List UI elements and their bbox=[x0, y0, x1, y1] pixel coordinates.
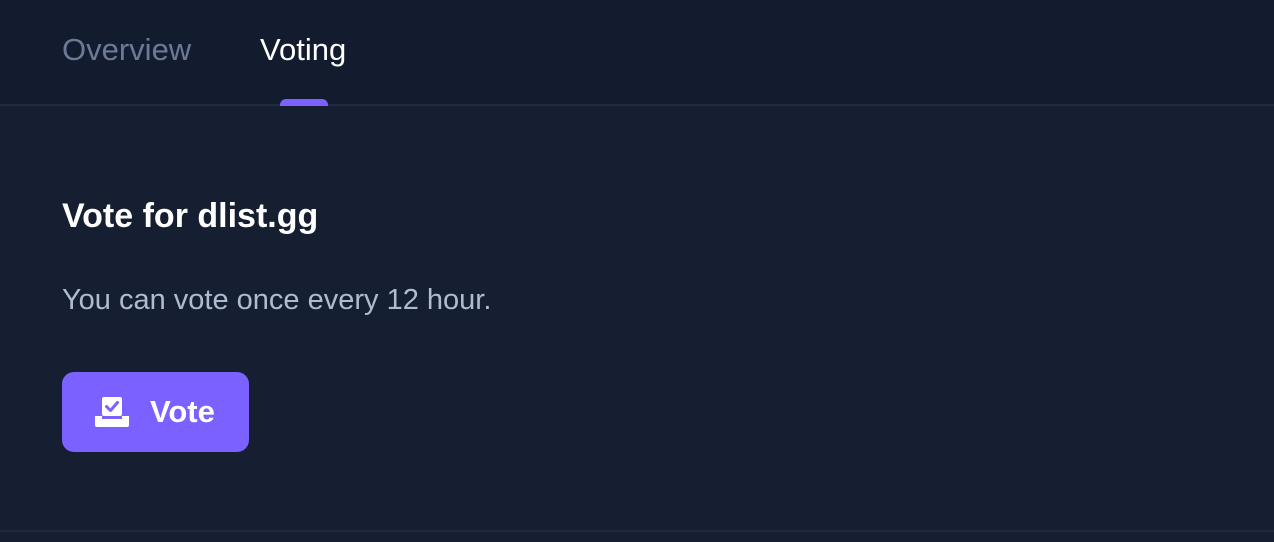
divider bbox=[0, 530, 1274, 532]
vote-button-label: Vote bbox=[150, 394, 215, 429]
ballot-box-icon bbox=[95, 397, 129, 427]
page: Overview Voting Vote for dlist.gg You ca… bbox=[0, 0, 1274, 542]
voting-panel: Vote for dlist.gg You can vote once ever… bbox=[62, 106, 1212, 530]
vote-description: You can vote once every 12 hour. bbox=[62, 284, 492, 316]
tab-bar: Overview Voting bbox=[0, 0, 1274, 106]
vote-button[interactable]: Vote bbox=[62, 372, 249, 452]
tab-voting[interactable]: Voting bbox=[260, 30, 346, 70]
vote-heading: Vote for dlist.gg bbox=[62, 197, 319, 235]
active-tab-indicator bbox=[280, 99, 328, 106]
tab-overview[interactable]: Overview bbox=[62, 30, 191, 70]
